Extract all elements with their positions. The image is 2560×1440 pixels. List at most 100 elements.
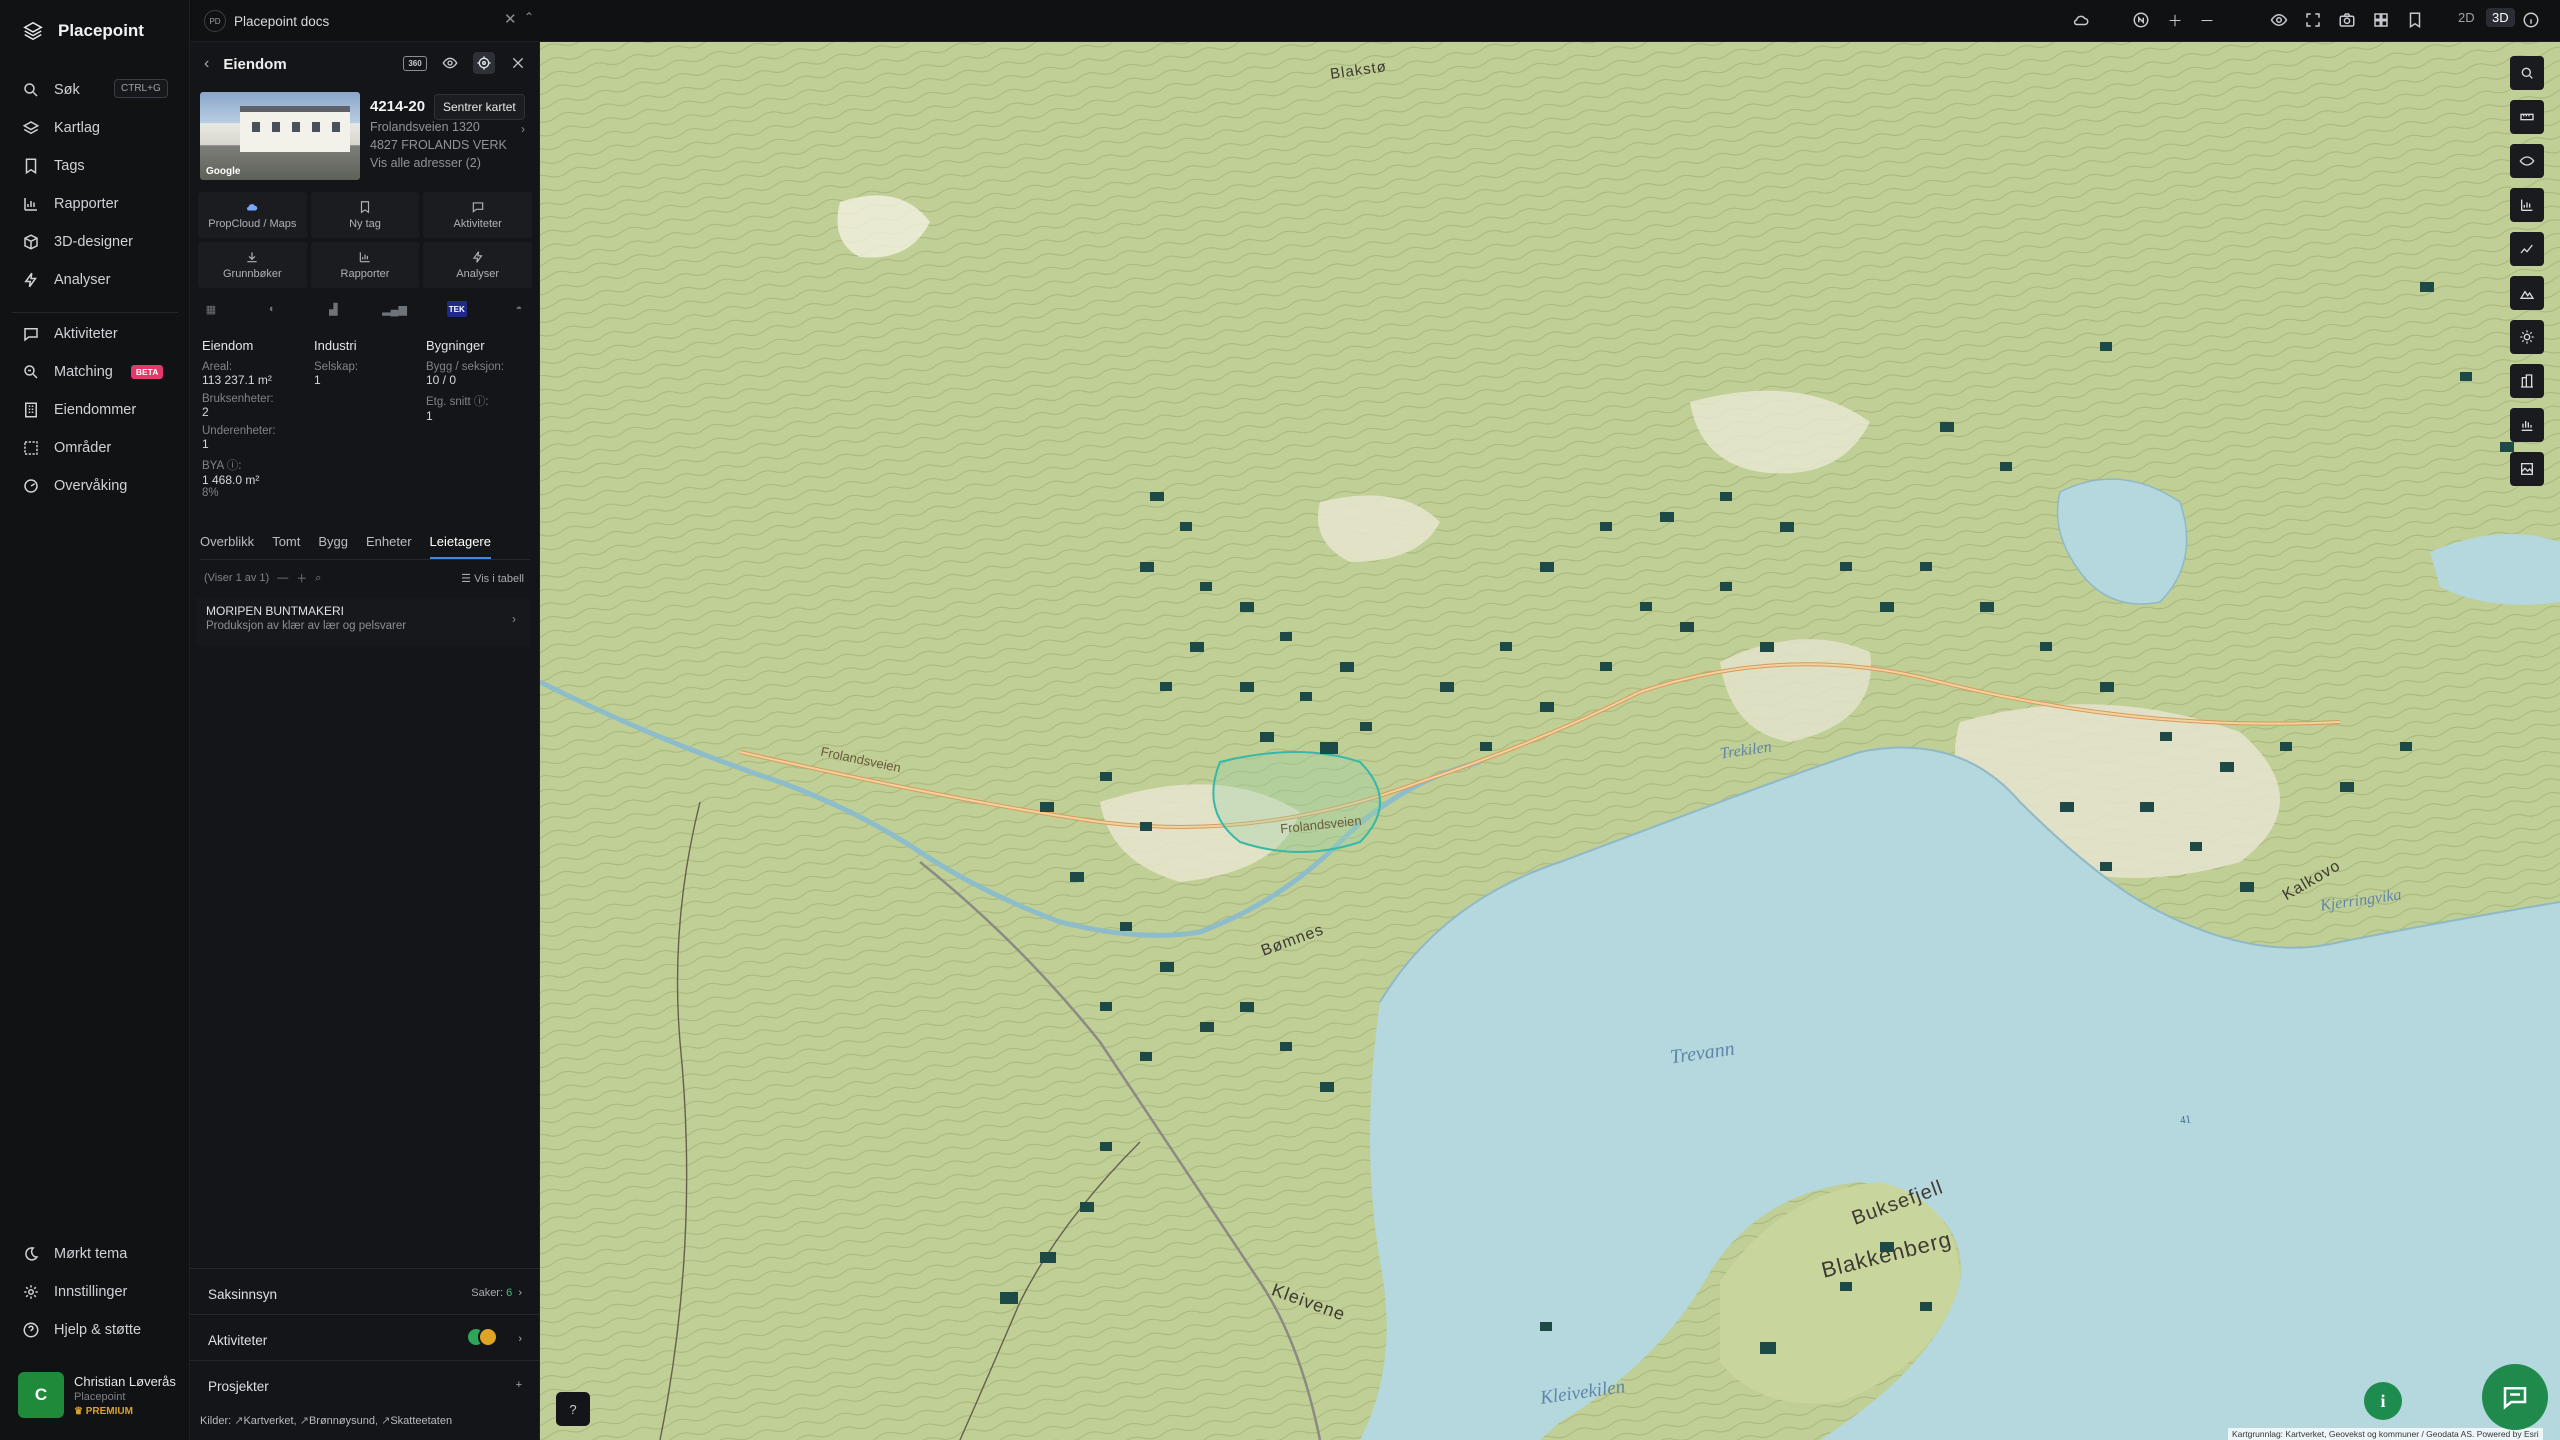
nav-item-kartlag[interactable]: Kartlag: [22, 116, 182, 140]
bar-chart-icon: [359, 252, 370, 263]
center-map-icon[interactable]: [473, 52, 495, 74]
top-bar: PD Placepoint docs ✕ ⌃ ＋ － 2D 3D: [190, 0, 2560, 42]
search-match-icon: [24, 365, 38, 379]
stat-value: 2: [202, 405, 209, 419]
close-icon[interactable]: [507, 52, 529, 74]
layer-more-icon[interactable]: ◓: [510, 300, 528, 318]
nav-item-help[interactable]: Hjelp & støtte: [22, 1318, 182, 1342]
nav-item-dark-theme[interactable]: Mørkt tema: [22, 1242, 182, 1266]
support-chat-button[interactable]: [2482, 1364, 2548, 1430]
radar-icon: [24, 479, 38, 493]
list-count: (Viser 1 av 1): [204, 572, 270, 584]
area-select-icon: [24, 441, 38, 455]
all-addresses-link[interactable]: Vis alle adresser (2): [370, 156, 481, 170]
user-profile[interactable]: C Christian Løverås Placepoint ♛ PREMIUM: [18, 1372, 176, 1418]
switch-chevron-icon[interactable]: ⌃: [524, 10, 534, 24]
zoom-out-icon[interactable]: －: [2196, 9, 2218, 31]
source-link[interactable]: Brønnøysund: [309, 1415, 375, 1427]
stat-value: 10 / 0: [426, 373, 457, 387]
chevron-right-icon[interactable]: ›: [521, 122, 525, 136]
close-icon[interactable]: ✕: [504, 10, 517, 28]
tab-overblikk[interactable]: Overblikk: [200, 534, 254, 559]
tab-enheter[interactable]: Enheter: [366, 534, 412, 559]
fullscreen-icon[interactable]: [2302, 9, 2324, 31]
tenant-description: Produksjon av klær av lær og pelsvarer: [206, 620, 407, 632]
tab-bygg[interactable]: Bygg: [318, 534, 348, 559]
layers-tool-icon[interactable]: [2510, 56, 2544, 90]
propcloud-button[interactable]: PropCloud / Maps: [198, 192, 307, 238]
add-project-button[interactable]: +: [516, 1379, 522, 1391]
building-height-icon[interactable]: [2510, 364, 2544, 398]
camera-icon[interactable]: [2336, 9, 2358, 31]
list-item[interactable]: MORIPEN BUNTMAKERI Produksjon av klær av…: [196, 598, 530, 646]
bookmark-icon[interactable]: [2404, 9, 2426, 31]
nav-item-eiendommer[interactable]: Eiendommer: [22, 398, 182, 422]
nav-label: Matching: [54, 364, 113, 380]
street-view-image[interactable]: Google: [200, 92, 360, 180]
nav-item-matching[interactable]: Matching BETA: [22, 360, 182, 384]
nav-item-search[interactable]: Søk CTRL+G: [22, 78, 182, 102]
layer-zoning-icon[interactable]: ▦: [202, 300, 220, 318]
eye-icon[interactable]: [2268, 9, 2290, 31]
action-label: Ny tag: [349, 218, 381, 230]
help-icon[interactable]: ?: [556, 1392, 590, 1426]
section-aktiviteter[interactable]: Aktiviteter ›: [190, 1314, 540, 1360]
nav-item-analyser[interactable]: Analyser: [22, 268, 182, 292]
tek-badge[interactable]: TEK: [446, 301, 467, 317]
sun-shadow-icon[interactable]: [2510, 320, 2544, 354]
analyses-button[interactable]: Analyser: [423, 242, 532, 288]
layer-shortcuts: ▦ ◐ ▟ ▂▄▆ TEK ◓: [202, 300, 528, 318]
nav-item-rapporter[interactable]: Rapporter: [22, 192, 182, 216]
add-icon[interactable]: ＋: [296, 570, 307, 586]
map-canvas[interactable]: Trevann Kleivekilen Trekilen Kjerringvik…: [540, 42, 2560, 1440]
workspace-tab[interactable]: PD Placepoint docs ✕ ⌃: [204, 8, 539, 34]
source-link[interactable]: Skatteetaten: [390, 1415, 452, 1427]
view-table-button[interactable]: ☰ Vis i tabell: [461, 572, 524, 585]
eye-icon[interactable]: [439, 52, 461, 74]
nav-item-overvaking[interactable]: Overvåking: [22, 474, 182, 498]
back-arrow-icon[interactable]: ‹: [204, 55, 209, 73]
source-link[interactable]: Kartverket: [243, 1415, 293, 1427]
nav-item-tags[interactable]: Tags: [22, 154, 182, 178]
layers-icon: [22, 121, 40, 135]
nav-item-3d-designer[interactable]: 3D-designer: [22, 230, 182, 254]
land-registry-button[interactable]: Grunnbøker: [198, 242, 307, 288]
layer-globe-icon[interactable]: ◐: [263, 300, 281, 318]
mode-2d-button[interactable]: 2D: [2458, 10, 2475, 25]
profile-tool-icon[interactable]: [2510, 232, 2544, 266]
section-saksinnsyn[interactable]: Saksinnsyn Saker: 6 ›: [190, 1268, 540, 1314]
activities-button[interactable]: Aktiviteter: [423, 192, 532, 238]
new-tag-button[interactable]: Ny tag: [310, 192, 420, 238]
compass-north-icon[interactable]: [2130, 9, 2152, 31]
zoom-in-icon[interactable]: ＋: [2164, 9, 2186, 31]
view-360-button[interactable]: 360: [403, 55, 427, 71]
measure-ruler-icon[interactable]: [2510, 100, 2544, 134]
reports-button[interactable]: Rapporter: [310, 242, 420, 288]
search-icon[interactable]: ⌕: [315, 572, 321, 585]
avatar: [478, 1327, 498, 1347]
info-icon[interactable]: [2520, 9, 2542, 31]
layer-stats-icon[interactable]: ▂▄▆: [382, 300, 407, 318]
user-org: Placepoint: [74, 1390, 126, 1403]
cloud-icon[interactable]: [2070, 9, 2092, 31]
view-area-icon[interactable]: [2510, 144, 2544, 178]
nav-item-aktiviteter[interactable]: Aktiviteter: [22, 322, 182, 346]
export-image-icon[interactable]: [2510, 452, 2544, 486]
grid-icon[interactable]: [2370, 9, 2392, 31]
section-label: Prosjekter: [208, 1379, 269, 1394]
stat-value: 1: [314, 373, 321, 387]
mode-3d-button[interactable]: 3D: [2486, 8, 2515, 27]
layer-buildings-icon[interactable]: ▟: [324, 300, 342, 318]
elevation-tool-icon[interactable]: [2510, 276, 2544, 310]
tab-tomt[interactable]: Tomt: [272, 534, 300, 559]
brand[interactable]: Placepoint: [22, 20, 144, 42]
section-prosjekter[interactable]: Prosjekter +: [190, 1360, 540, 1406]
nav-item-settings[interactable]: Innstillinger: [22, 1280, 182, 1304]
stat-value: 1: [202, 437, 209, 451]
nav-item-omrader[interactable]: Områder: [22, 436, 182, 460]
collapse-icon[interactable]: —: [277, 572, 288, 584]
chart-tool-icon[interactable]: [2510, 408, 2544, 442]
statistics-icon[interactable]: [2510, 188, 2544, 222]
info-button[interactable]: i: [2364, 1382, 2402, 1420]
tab-leietagere[interactable]: Leietagere: [429, 534, 491, 559]
